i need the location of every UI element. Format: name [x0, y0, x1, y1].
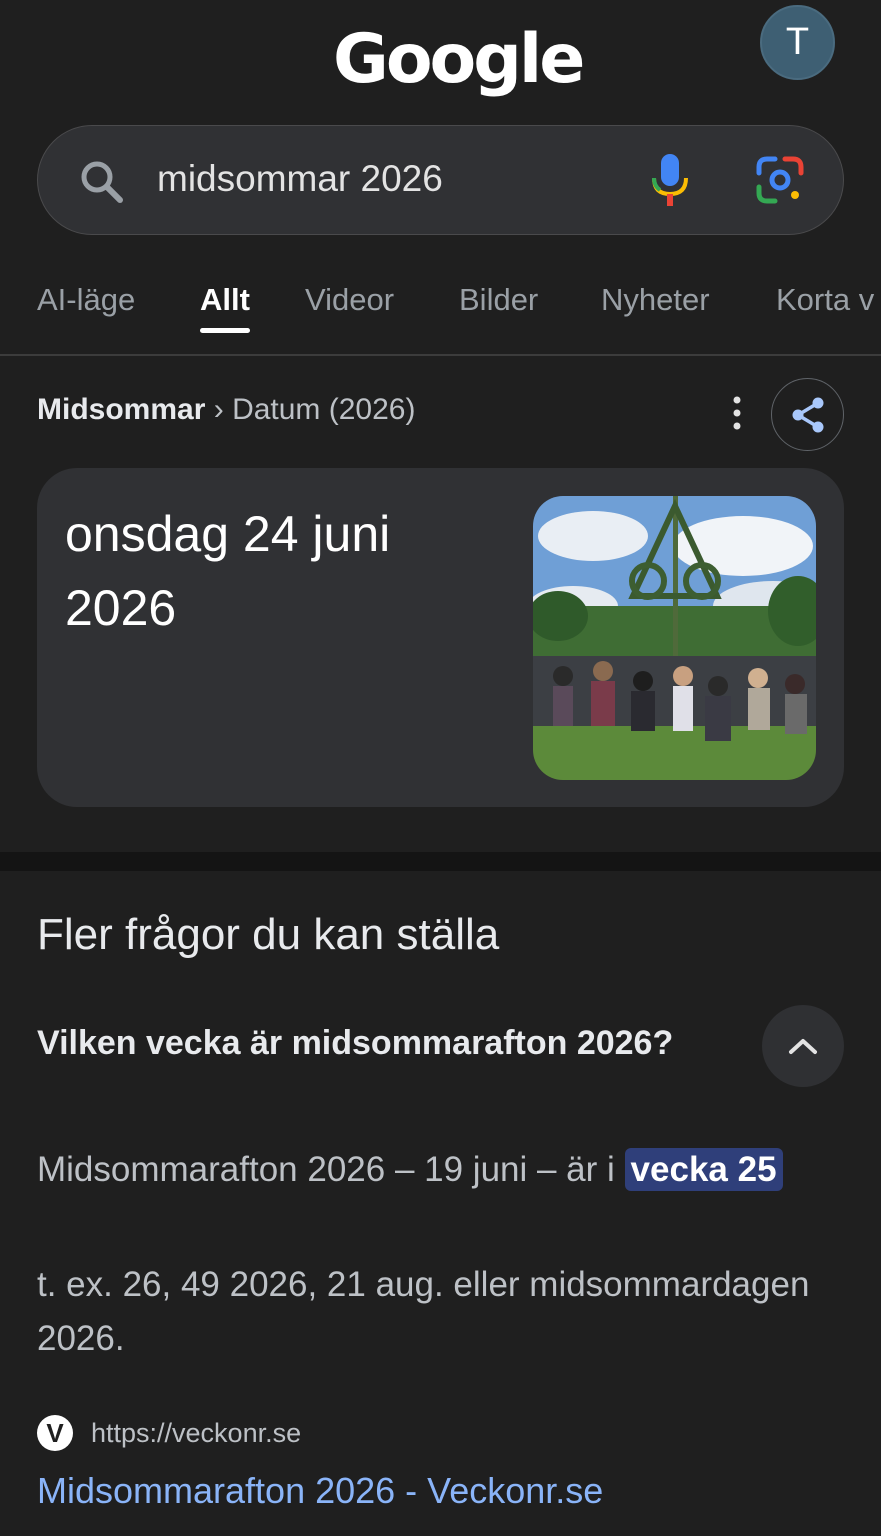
tab-images[interactable]: Bilder: [459, 282, 538, 318]
faq-answer-highlight: vecka 25: [624, 1148, 783, 1191]
faq-answer: Midsommarafton 2026 – 19 juni – är i vec…: [37, 1148, 783, 1191]
faq-answer-more: t. ex. 26, 49 2026, 21 aug. eller midsom…: [37, 1265, 810, 1358]
related-questions-heading: Fler frågor du kan ställa: [37, 910, 500, 959]
answer-date: onsdag 24 juni 2026: [65, 497, 485, 645]
tab-all[interactable]: Allt: [200, 282, 250, 318]
search-tabs: AI-läge Allt Videor Bilder Nyheter Korta…: [0, 270, 881, 356]
search-icon: [81, 161, 123, 203]
google-logo[interactable]: Google: [333, 20, 585, 99]
veckonr-favicon-icon: V: [37, 1415, 73, 1451]
active-tab-indicator: [200, 328, 250, 333]
midsommar-photo[interactable]: [533, 496, 816, 780]
account-avatar[interactable]: T: [760, 5, 835, 80]
microphone-icon[interactable]: [648, 152, 692, 208]
breadcrumb-leaf: Datum (2026): [232, 393, 416, 426]
faq-answer-text: Midsommarafton 2026 – 19 juni – är i: [37, 1150, 625, 1189]
source-url[interactable]: https://veckonr.se: [91, 1418, 301, 1449]
source-row[interactable]: V https://veckonr.se: [37, 1413, 301, 1453]
tab-ai-mode[interactable]: AI-läge: [37, 282, 135, 318]
tab-news[interactable]: Nyheter: [601, 282, 710, 318]
section-divider: [0, 852, 881, 871]
collapse-button[interactable]: [762, 1005, 844, 1087]
google-lens-icon[interactable]: [755, 155, 805, 205]
tab-short-videos[interactable]: Korta v: [776, 282, 874, 318]
tab-videos[interactable]: Videor: [305, 282, 394, 318]
breadcrumb: Midsommar › Datum (2026): [37, 393, 415, 427]
result-title-link[interactable]: Midsommarafton 2026 - Veckonr.se: [37, 1470, 603, 1512]
header: Google T: [0, 0, 881, 115]
share-icon: [792, 397, 823, 432]
share-button[interactable]: [771, 378, 844, 451]
chevron-up-icon: [789, 1039, 817, 1054]
answer-date-line1: onsdag 24 juni: [65, 506, 391, 562]
answer-date-line2: 2026: [65, 580, 177, 636]
faq-question[interactable]: Vilken vecka är midsommarafton 2026?: [37, 1024, 673, 1063]
search-input[interactable]: midsommar 2026: [157, 158, 443, 200]
breadcrumb-root[interactable]: Midsommar: [37, 393, 205, 426]
breadcrumb-separator: ›: [213, 393, 224, 426]
more-options-icon[interactable]: [728, 394, 746, 432]
